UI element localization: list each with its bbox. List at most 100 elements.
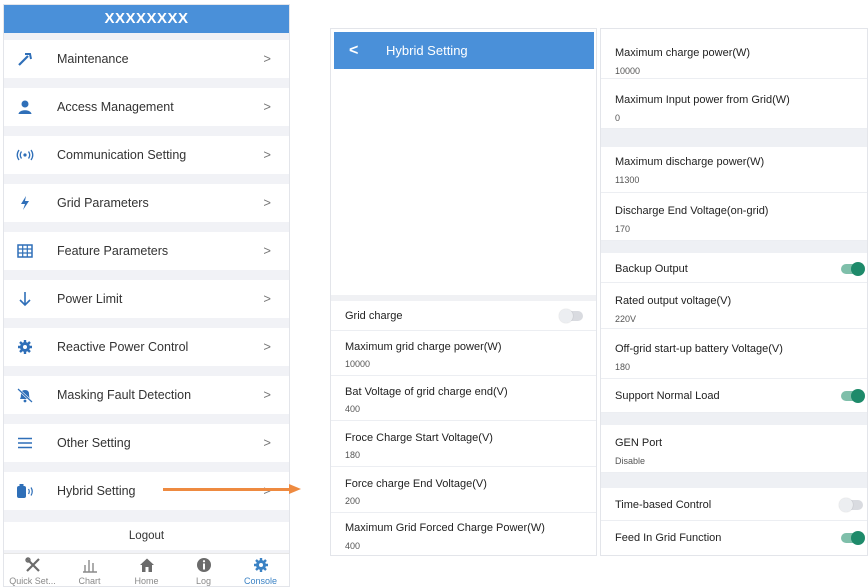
menu-item-other-setting[interactable]: Other Setting > <box>4 424 289 462</box>
menu-item-label: Maintenance <box>57 52 129 66</box>
console-panel: XXXXXXXX Maintenance > Access Management… <box>3 4 290 587</box>
grid-table-icon <box>17 244 33 258</box>
bar-chart-icon <box>83 560 97 573</box>
setting-title: Time-based Control <box>615 499 712 511</box>
toggle-switch[interactable] <box>839 498 863 512</box>
setting-title: Bat Voltage of grid charge end(V) <box>345 386 508 398</box>
tab-home[interactable]: Home <box>118 554 175 586</box>
setting-max-input-power-from-grid[interactable]: Maximum Input power from Grid(W) 0 <box>601 79 867 129</box>
tab-chart[interactable]: Chart <box>61 554 118 586</box>
setting-title: Maximum Input power from Grid(W) <box>615 94 790 106</box>
chevron-right-icon: > <box>263 99 271 114</box>
menu-item-feature-parameters[interactable]: Feature Parameters > <box>4 232 289 270</box>
back-arrow-icon[interactable]: < <box>349 32 358 69</box>
setting-discharge-end-voltage[interactable]: Discharge End Voltage(on-grid) 170 <box>601 193 867 241</box>
setting-max-grid-charge-power[interactable]: Maximum grid charge power(W) 10000 <box>331 331 596 376</box>
setting-max-grid-forced-charge-power[interactable]: Maximum Grid Forced Charge Power(W) 400 <box>331 513 596 555</box>
setting-off-grid-startup-battery-voltage[interactable]: Off-grid start-up battery Voltage(V) 180 <box>601 329 867 379</box>
setting-support-normal-load[interactable]: Support Normal Load <box>601 379 867 413</box>
menu-lines-icon <box>18 437 32 449</box>
menu-item-label: Communication Setting <box>57 148 187 162</box>
toggle-switch[interactable] <box>841 389 865 403</box>
page-title: Hybrid Setting <box>386 43 468 58</box>
setting-rated-output-voltage[interactable]: Rated output voltage(V) 220V <box>601 283 867 329</box>
section-divider <box>601 241 867 253</box>
menu-item-masking-fault-detection[interactable]: Masking Fault Detection > <box>4 376 289 414</box>
setting-title: Maximum discharge power(W) <box>615 156 765 168</box>
setting-title: Rated output voltage(V) <box>615 295 732 307</box>
setting-title: Off-grid start-up battery Voltage(V) <box>615 343 783 355</box>
setting-value: 220V <box>615 314 637 324</box>
setting-title: Feed In Grid Function <box>615 532 722 544</box>
arrow-down-icon <box>19 292 31 307</box>
setting-title: Grid charge <box>345 310 403 322</box>
arrow-head-icon <box>289 484 301 494</box>
chevron-right-icon: > <box>263 435 271 450</box>
setting-title: Maximum charge power(W) <box>615 47 751 59</box>
menu-item-communication-setting[interactable]: Communication Setting > <box>4 136 289 174</box>
setting-value: 0 <box>615 113 621 123</box>
setting-title: Discharge End Voltage(on-grid) <box>615 205 769 217</box>
menu-item-power-limit[interactable]: Power Limit > <box>4 280 289 318</box>
tab-console[interactable]: Console <box>232 554 289 586</box>
gear-icon <box>254 558 268 572</box>
bottom-tab-bar: Quick Set... Chart Home Log Console <box>4 553 289 586</box>
toggle-switch[interactable] <box>841 531 865 545</box>
menu-item-label: Grid Parameters <box>57 196 149 210</box>
setting-value: 400 <box>345 541 361 551</box>
section-divider <box>601 473 867 488</box>
tab-label: Home <box>134 576 159 586</box>
toggle-switch[interactable] <box>559 309 583 323</box>
setting-title: Maximum Grid Forced Charge Power(W) <box>345 522 545 534</box>
setting-title: GEN Port <box>615 437 663 449</box>
setting-title: Froce Charge Start Voltage(V) <box>345 432 493 444</box>
menu-item-maintenance[interactable]: Maintenance > <box>4 40 289 78</box>
setting-feed-in-grid-function[interactable]: Feed In Grid Function <box>601 521 867 555</box>
setting-value: 180 <box>615 362 631 372</box>
tab-log[interactable]: Log <box>175 554 232 586</box>
pointer-arrow <box>163 488 291 491</box>
hammer-icon <box>18 53 32 66</box>
hybrid-setting-panel-left: < Hybrid Setting Grid charge Maximum gri… <box>330 28 597 556</box>
tab-label: Console <box>243 576 278 586</box>
setting-value: 200 <box>345 496 361 506</box>
setting-max-discharge-power[interactable]: Maximum discharge power(W) 11300 <box>601 147 867 193</box>
menu-item-label: Reactive Power Control <box>57 340 189 354</box>
menu-item-reactive-power-control[interactable]: Reactive Power Control > <box>4 328 289 366</box>
menu-item-hybrid-setting[interactable]: Hybrid Setting > <box>4 472 289 510</box>
setting-value: 180 <box>345 450 361 460</box>
setting-max-charge-power[interactable]: Maximum charge power(W) 10000 <box>601 29 867 79</box>
menu-item-label: Masking Fault Detection <box>57 388 192 402</box>
tools-icon <box>25 557 40 572</box>
section-divider <box>601 413 867 425</box>
info-icon <box>197 558 211 572</box>
hybrid-setting-panel-right: Maximum charge power(W) 10000 Maximum In… <box>600 28 868 556</box>
logout-button[interactable]: Logout <box>4 522 289 550</box>
gear-icon <box>18 340 32 354</box>
menu-item-label: Access Management <box>57 100 174 114</box>
setting-value: 10000 <box>615 66 641 76</box>
setting-force-charge-end-voltage[interactable]: Force charge End Voltage(V) 200 <box>331 467 596 513</box>
chevron-right-icon: > <box>263 243 271 258</box>
setting-grid-charge[interactable]: Grid charge <box>331 301 596 331</box>
chevron-right-icon: > <box>263 195 271 210</box>
battery-icon <box>17 484 33 498</box>
menu-item-label: Other Setting <box>57 436 131 450</box>
setting-backup-output[interactable]: Backup Output <box>601 253 867 283</box>
setting-title: Support Normal Load <box>615 390 720 402</box>
menu-item-grid-parameters[interactable]: Grid Parameters > <box>4 184 289 222</box>
menu-item-label: Hybrid Setting <box>57 484 136 498</box>
signal-icon <box>16 149 34 161</box>
setting-force-charge-start-voltage[interactable]: Froce Charge Start Voltage(V) 180 <box>331 421 596 467</box>
setting-bat-voltage-grid-charge-end[interactable]: Bat Voltage of grid charge end(V) 400 <box>331 376 596 421</box>
setting-gen-port[interactable]: GEN Port Disable <box>601 425 867 473</box>
home-icon <box>140 558 154 572</box>
toggle-switch[interactable] <box>841 262 865 276</box>
chevron-right-icon: > <box>263 51 271 66</box>
tab-quick-settings[interactable]: Quick Set... <box>4 554 61 586</box>
menu-item-access-management[interactable]: Access Management > <box>4 88 289 126</box>
bell-off-icon <box>17 388 33 403</box>
tab-label: Chart <box>78 576 101 586</box>
setting-time-based-control[interactable]: Time-based Control <box>601 488 867 521</box>
chevron-right-icon: > <box>263 472 271 510</box>
